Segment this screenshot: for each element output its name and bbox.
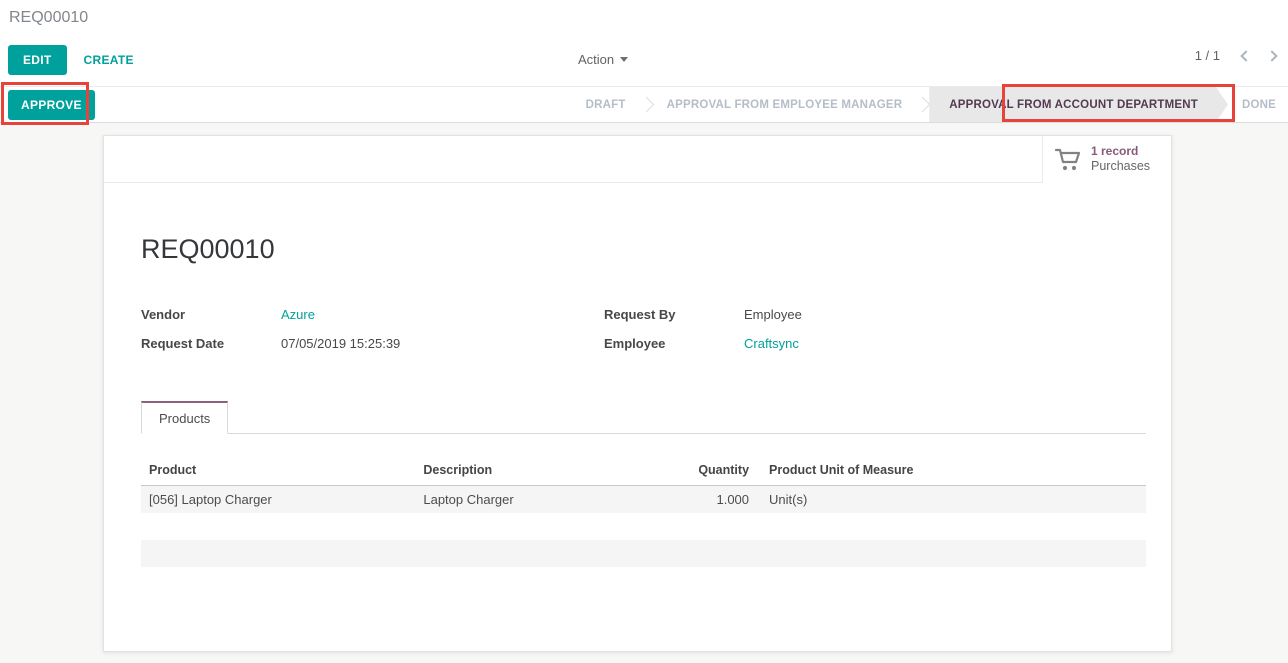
pager-count: 1 / 1 — [1195, 48, 1220, 63]
field-column-right: Request By Employee Employee Craftsync — [604, 307, 1146, 365]
form-card: 1 record Purchases REQ00010 Vendor Azure… — [103, 135, 1172, 652]
stat-button-label: Purchases — [1091, 159, 1150, 175]
stage-arrow-icon — [915, 97, 931, 113]
employee-link[interactable]: Craftsync — [744, 336, 799, 351]
breadcrumb[interactable]: REQ00010 — [0, 0, 1288, 27]
field-vendor: Vendor Azure — [141, 307, 604, 322]
field-label: Vendor — [141, 307, 281, 322]
control-panel: REQ00010 EDIT CREATE Action 1 / 1 — [0, 0, 1288, 86]
form-sheet: REQ00010 Vendor Azure Request Date 07/05… — [104, 234, 1171, 567]
shopping-cart-icon — [1055, 148, 1081, 172]
column-header-uom[interactable]: Product Unit of Measure — [754, 457, 1146, 486]
column-header-description[interactable]: Description — [415, 457, 663, 486]
stat-button-value: 1 record — [1091, 144, 1150, 159]
field-request-date: Request Date 07/05/2019 15:25:39 — [141, 336, 604, 351]
action-dropdown[interactable]: Action — [578, 52, 628, 67]
pager-previous-icon[interactable] — [1240, 50, 1251, 61]
empty-row — [141, 540, 1146, 567]
stage-done[interactable]: DONE — [1228, 87, 1288, 122]
cell-quantity[interactable]: 1.000 — [664, 486, 754, 514]
edit-button[interactable]: EDIT — [8, 45, 67, 75]
cell-description[interactable]: Laptop Charger — [415, 486, 663, 514]
statusbar: APPROVE DRAFT APPROVAL FROM EMPLOYEE MAN… — [0, 86, 1288, 123]
field-label: Employee — [604, 336, 744, 351]
field-column-left: Vendor Azure Request Date 07/05/2019 15:… — [141, 307, 604, 365]
vendor-link[interactable]: Azure — [281, 307, 315, 322]
stage-draft[interactable]: DRAFT — [572, 87, 640, 122]
empty-row — [141, 513, 1146, 540]
notebook-tabs: Products — [141, 401, 1146, 434]
pager-next-icon[interactable] — [1266, 50, 1277, 61]
cell-product[interactable]: [056] Laptop Charger — [141, 486, 415, 514]
record-title: REQ00010 — [141, 234, 1146, 265]
table-header-row: Product Description Quantity Product Uni… — [141, 457, 1146, 486]
cell-uom[interactable]: Unit(s) — [754, 486, 1146, 514]
purchases-stat-button[interactable]: 1 record Purchases — [1042, 136, 1171, 183]
pager: 1 / 1 — [1195, 48, 1276, 63]
chevron-down-icon — [620, 57, 628, 62]
control-panel-buttons: EDIT CREATE — [8, 45, 134, 75]
request-by-value: Employee — [744, 307, 802, 322]
stage-approval-account-department[interactable]: APPROVAL FROM ACCOUNT DEPARTMENT — [929, 87, 1228, 122]
stage-approval-employee-manager[interactable]: APPROVAL FROM EMPLOYEE MANAGER — [653, 87, 917, 122]
stage-arrow-icon — [638, 97, 654, 113]
column-header-product[interactable]: Product — [141, 457, 415, 486]
action-dropdown-label: Action — [578, 52, 614, 67]
statusbar-stages: DRAFT APPROVAL FROM EMPLOYEE MANAGER APP… — [572, 87, 1288, 122]
column-header-quantity[interactable]: Quantity — [664, 457, 754, 486]
approve-button[interactable]: APPROVE — [8, 90, 95, 120]
request-date-value: 07/05/2019 15:25:39 — [281, 336, 400, 351]
field-grid: Vendor Azure Request Date 07/05/2019 15:… — [141, 307, 1146, 365]
create-button[interactable]: CREATE — [84, 53, 134, 67]
field-request-by: Request By Employee — [604, 307, 1146, 322]
field-label: Request By — [604, 307, 744, 322]
stat-button-text: 1 record Purchases — [1091, 144, 1150, 175]
field-employee: Employee Craftsync — [604, 336, 1146, 351]
products-table: Product Description Quantity Product Uni… — [141, 457, 1146, 567]
field-label: Request Date — [141, 336, 281, 351]
tab-products[interactable]: Products — [141, 401, 228, 434]
card-button-box: 1 record Purchases — [104, 136, 1171, 183]
table-row[interactable]: [056] Laptop Charger Laptop Charger 1.00… — [141, 486, 1146, 514]
